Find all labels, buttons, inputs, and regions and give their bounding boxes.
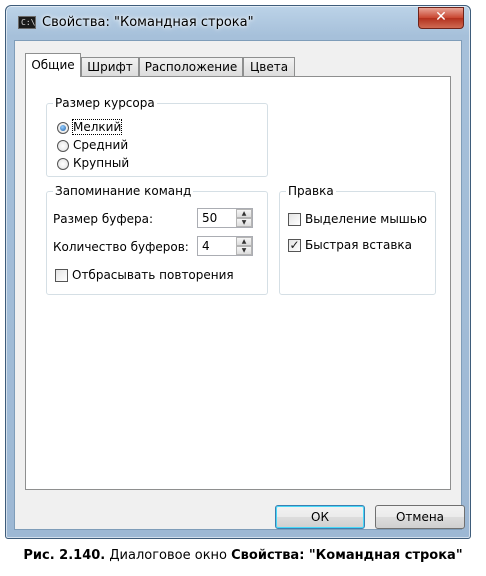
tab-colors[interactable]: Цвета — [243, 57, 295, 76]
command-history-group-title: Запоминание команд — [53, 184, 194, 198]
ok-button[interactable]: ОК — [275, 505, 365, 529]
buffer-size-label: Размер буфера: — [53, 212, 153, 226]
insert-mode-checkbox[interactable]: ✓ — [288, 239, 301, 252]
buffer-count-label: Количество буферов: — [53, 240, 189, 254]
radio-small-button[interactable] — [57, 122, 69, 134]
edit-options-group: Правка Выделение мышью ✓ Быстрая вставка — [279, 184, 436, 295]
close-button[interactable]: ✕ — [418, 7, 464, 29]
spin-down-icon[interactable]: ▼ — [236, 218, 252, 227]
window-title: Свойства: "Командная строка" — [42, 15, 254, 30]
buffer-count-arrows: ▲ ▼ — [236, 237, 252, 255]
buffer-count-spinner[interactable]: 4 ▲ ▼ — [197, 236, 253, 256]
radio-large-label: Крупный — [73, 156, 130, 170]
caption-middle: Диалоговое окно — [105, 548, 232, 563]
checkmark-icon: ✓ — [289, 238, 300, 252]
discard-duplicates-label: Отбрасывать повторения — [72, 268, 234, 282]
cursor-size-group: Размер курсора Мелкий Средний Крупный — [46, 96, 268, 177]
buffer-size-value[interactable]: 50 — [202, 211, 217, 225]
caption-prefix: Рис. 2.140. — [23, 548, 106, 563]
spin-up-icon[interactable]: ▲ — [236, 209, 252, 218]
properties-dialog: C:\ Свойства: "Командная строка" ✕ Общие… — [5, 5, 471, 539]
quick-edit-checkbox[interactable] — [288, 213, 301, 226]
buffer-size-spinner[interactable]: 50 ▲ ▼ — [197, 208, 253, 228]
radio-medium-button[interactable] — [57, 140, 69, 152]
edit-options-group-title: Правка — [286, 184, 336, 198]
buffer-count-value[interactable]: 4 — [202, 239, 210, 253]
cancel-button[interactable]: Отмена — [375, 505, 465, 529]
console-icon: C:\ — [18, 16, 36, 29]
cursor-size-group-title: Размер курсора — [53, 96, 157, 110]
tab-font[interactable]: Шрифт — [81, 57, 139, 76]
radio-medium-label: Средний — [73, 138, 129, 152]
spin-down-icon[interactable]: ▼ — [236, 246, 252, 255]
caption-bold-name: Свойства: "Командная строка" — [231, 548, 463, 563]
buffer-size-arrows: ▲ ▼ — [236, 209, 252, 227]
command-history-group: Запоминание команд Размер буфера: 50 ▲ ▼… — [46, 184, 268, 295]
figure-caption: Рис. 2.140. Диалоговое окно Свойства: "К… — [10, 548, 476, 563]
tab-general[interactable]: Общие — [25, 53, 81, 77]
insert-mode-label: Быстрая вставка — [305, 238, 412, 252]
radio-large-button[interactable] — [57, 158, 69, 170]
dialog-client-area: Общие Шрифт Расположение Цвета Размер ку… — [14, 40, 465, 530]
title-bar[interactable]: C:\ Свойства: "Командная строка" ✕ — [6, 6, 470, 40]
radio-small-label: Мелкий — [71, 119, 123, 135]
tab-layout[interactable]: Расположение — [139, 57, 243, 76]
discard-duplicates-checkbox[interactable] — [55, 269, 68, 282]
spin-up-icon[interactable]: ▲ — [236, 237, 252, 246]
tab-panel-general: Размер курсора Мелкий Средний Крупный За… — [25, 76, 451, 490]
quick-edit-label: Выделение мышью — [305, 212, 427, 226]
